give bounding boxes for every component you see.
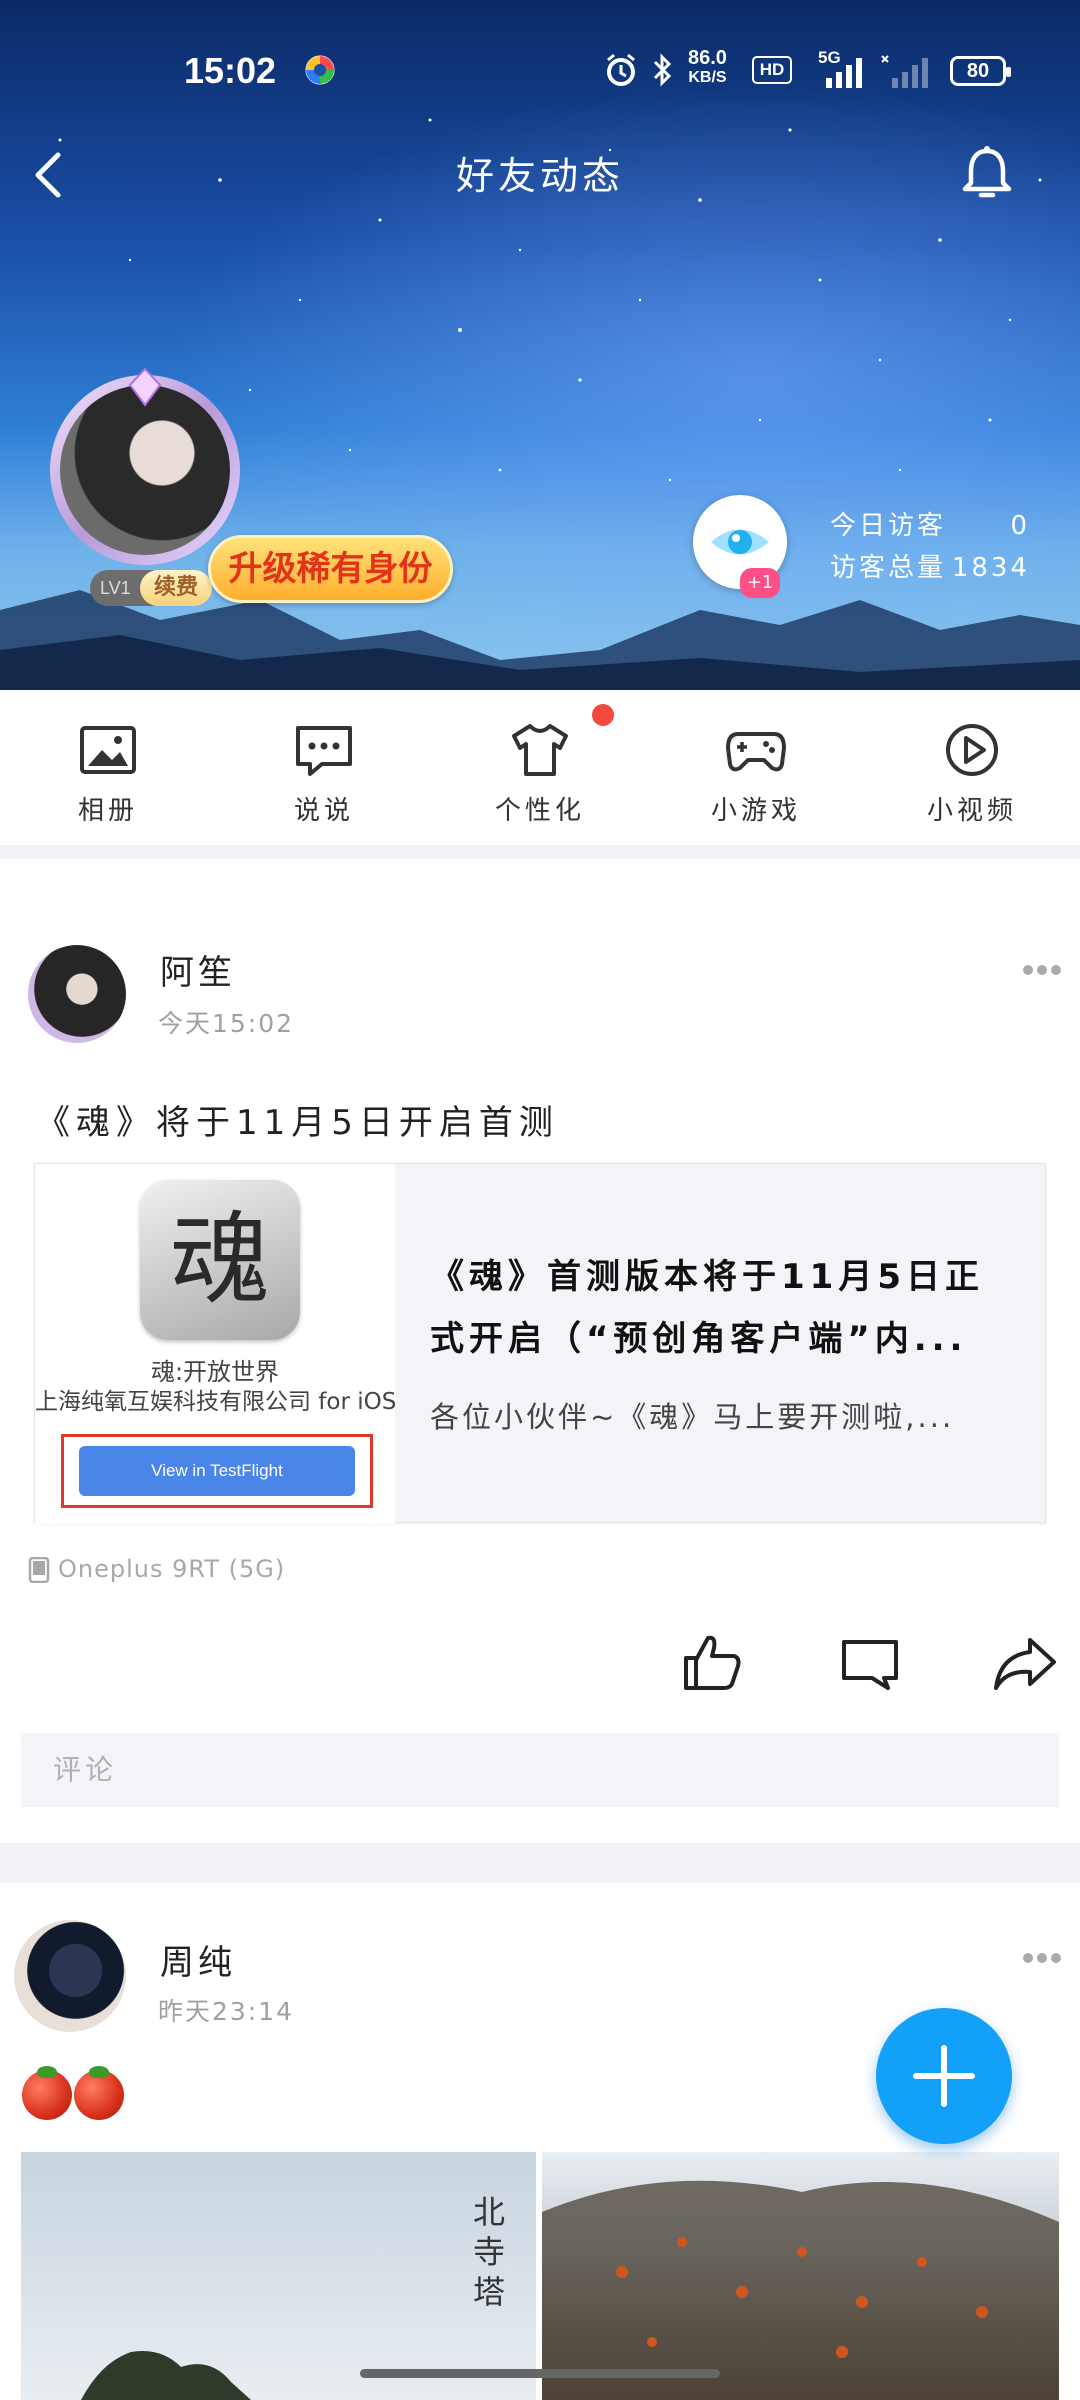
feature-bar: 相册 说说 个性化 小游戏 小视频 bbox=[0, 690, 1080, 845]
renew-button[interactable]: 续费 bbox=[140, 570, 212, 606]
gamepad-icon bbox=[726, 732, 786, 772]
post-device-label: Oneplus 9RT (5G) bbox=[58, 1555, 286, 1583]
tree-silhouette bbox=[81, 2351, 251, 2400]
hd-voice-badge: HD bbox=[752, 56, 792, 84]
feature-minigames[interactable]: 小游戏 bbox=[648, 690, 864, 845]
today-visitors-value: 0 bbox=[1010, 511, 1030, 541]
top-navigation: 好友动态 bbox=[0, 135, 1080, 215]
post-timestamp: 今天15:02 bbox=[158, 1009, 295, 1038]
post-photo[interactable] bbox=[542, 2152, 1059, 2400]
feature-album-label: 相册 bbox=[77, 796, 138, 826]
app-icon: 魂 bbox=[140, 1180, 300, 1340]
page-title: 好友动态 bbox=[455, 154, 624, 198]
upgrade-identity-button[interactable]: 升级稀有身份 bbox=[208, 535, 453, 603]
notification-dot bbox=[592, 704, 614, 726]
section-divider bbox=[0, 1843, 1080, 1883]
avatar-image bbox=[60, 385, 230, 555]
add-post-button[interactable] bbox=[876, 2008, 1012, 2144]
total-visitors-value: 1834 bbox=[951, 553, 1030, 583]
network-speed-value: 86.0 bbox=[688, 47, 727, 69]
new-visitor-badge: +1 bbox=[740, 568, 780, 598]
post-author-name[interactable]: 周纯 bbox=[160, 1935, 236, 1984]
post-author-name[interactable]: 阿笙 bbox=[160, 945, 236, 994]
bell-icon[interactable] bbox=[955, 143, 1019, 207]
post-photo[interactable]: 北寺塔 bbox=[21, 2152, 536, 2400]
link-card-description: 各位小伙伴~《魂》马上要开测啦,... bbox=[430, 1400, 955, 1434]
share-icon[interactable] bbox=[992, 1632, 1056, 1696]
like-icon[interactable] bbox=[680, 1630, 744, 1694]
profile-avatar[interactable] bbox=[50, 367, 240, 565]
feature-personalize[interactable]: 个性化 bbox=[432, 690, 648, 845]
post-text: 《魂》将于11月5日开启首测 bbox=[36, 1103, 559, 1143]
battery-indicator: 80 bbox=[950, 56, 1011, 86]
crown-gem-icon bbox=[128, 367, 162, 407]
chat-bubble-icon bbox=[296, 726, 352, 776]
feature-shuoshuo-label: 说说 bbox=[293, 796, 354, 826]
status-time: 15:02 bbox=[184, 50, 277, 91]
total-visitors-label: 访客总量 bbox=[830, 553, 947, 583]
home-indicator[interactable] bbox=[360, 2369, 720, 2378]
photo-caption: 北寺塔 bbox=[473, 2193, 506, 2311]
app-company: 上海纯氧互娱科技有限公司 for iOS bbox=[35, 1389, 395, 1415]
feature-personalize-label: 个性化 bbox=[494, 796, 585, 826]
plus-icon bbox=[913, 2045, 975, 2107]
link-card-title: 《魂》首测版本将于11月5日正式开启（“预创角客户端”内... bbox=[430, 1257, 984, 1359]
network-speed-unit: KB/S bbox=[688, 69, 727, 86]
signal-weak-icon bbox=[881, 55, 928, 88]
persimmon-tree-image bbox=[542, 2180, 1059, 2400]
network-type-label: 5G bbox=[818, 48, 841, 67]
comment-icon[interactable] bbox=[838, 1632, 902, 1696]
link-card-thumbnail: 魂 魂:开放世界 上海纯氧互娱科技有限公司 for iOS View in Te… bbox=[35, 1164, 395, 1524]
today-visitors-label: 今日访客 bbox=[830, 511, 947, 541]
alarm-icon bbox=[607, 53, 635, 86]
tshirt-icon bbox=[512, 724, 568, 776]
network-speed: 86.0 KB/S bbox=[688, 48, 727, 88]
bluetooth-icon bbox=[653, 53, 672, 87]
section-divider bbox=[0, 845, 1080, 859]
phone-icon bbox=[28, 1556, 50, 1584]
tomato-emoji bbox=[22, 2066, 72, 2120]
feature-shortvideo-label: 小视频 bbox=[926, 796, 1017, 826]
more-options-icon[interactable] bbox=[1022, 1951, 1062, 1965]
app-notification-icon bbox=[305, 55, 335, 85]
app-icon-glyph: 魂 bbox=[170, 1201, 270, 1318]
feature-minigames-label: 小游戏 bbox=[710, 796, 801, 826]
feature-shuoshuo[interactable]: 说说 bbox=[216, 690, 432, 845]
photo-album-icon bbox=[80, 726, 136, 774]
post-author-avatar[interactable] bbox=[28, 945, 126, 1043]
testflight-button: View in TestFlight bbox=[79, 1446, 355, 1496]
post-timestamp: 昨天23:14 bbox=[158, 1997, 295, 2026]
testflight-highlight: View in TestFlight bbox=[61, 1434, 373, 1508]
tomato-emoji bbox=[74, 2066, 124, 2120]
status-bar: 15:02 86.0 KB/S HD 5G 80 bbox=[0, 40, 1080, 100]
play-circle-icon bbox=[946, 724, 998, 776]
post-author-avatar[interactable] bbox=[14, 1920, 126, 2032]
visitor-stats: 今日访客 0 访客总量 1834 bbox=[830, 505, 1030, 589]
link-card[interactable]: 魂 魂:开放世界 上海纯氧互娱科技有限公司 for iOS View in Te… bbox=[34, 1163, 1046, 1524]
post-device: Oneplus 9RT (5G) bbox=[28, 1555, 286, 1584]
feature-shortvideo[interactable]: 小视频 bbox=[864, 690, 1080, 845]
feature-album[interactable]: 相册 bbox=[0, 690, 216, 845]
more-options-icon[interactable] bbox=[1022, 963, 1062, 977]
comment-input[interactable]: 评论 bbox=[21, 1733, 1059, 1807]
